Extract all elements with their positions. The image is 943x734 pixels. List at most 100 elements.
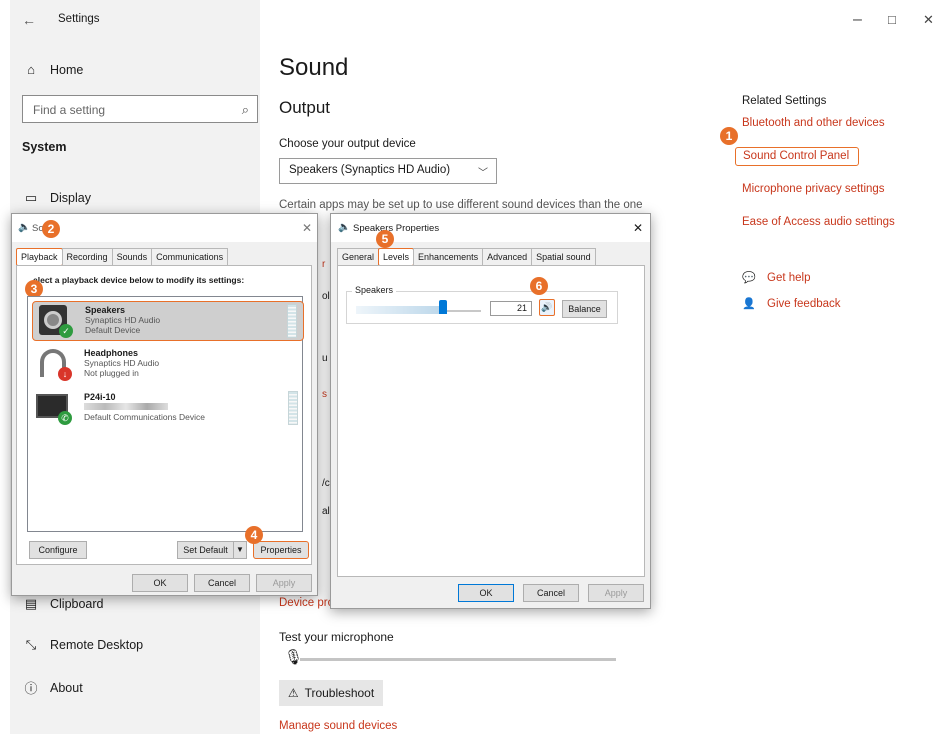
sidebar-item-display[interactable]: ▭ Display bbox=[22, 190, 91, 206]
properties-button[interactable]: Properties bbox=[253, 541, 309, 559]
level-meter bbox=[287, 304, 297, 338]
get-help-icon: 💬 bbox=[742, 272, 756, 284]
volume-slider-thumb[interactable] bbox=[439, 300, 447, 314]
device-name: Speakers bbox=[85, 305, 126, 315]
peek-text: s bbox=[322, 389, 327, 400]
levels-panel: Speakers 21 🔊 6 Balance bbox=[337, 265, 645, 577]
close-icon[interactable]: ✕ bbox=[302, 221, 312, 235]
tab-advanced[interactable]: Advanced bbox=[482, 248, 533, 266]
feedback-icon: 👤 bbox=[742, 298, 756, 310]
output-heading: Output bbox=[279, 98, 331, 117]
step-badge-4: 4 bbox=[245, 526, 263, 544]
search-icon: ⌕ bbox=[241, 102, 249, 117]
troubleshoot-button[interactable]: ⚠ Troubleshoot bbox=[279, 680, 383, 706]
sidebar-item-label: Remote Desktop bbox=[50, 638, 144, 652]
unplugged-icon: ↓ bbox=[58, 367, 72, 381]
volume-slider-fill bbox=[356, 306, 443, 314]
speaker-mute-icon[interactable]: 🔊 bbox=[539, 299, 555, 316]
clipboard-icon: ▤ bbox=[24, 596, 38, 611]
list-item[interactable]: ↓ Headphones Synaptics HD Audio Not plug… bbox=[32, 345, 304, 385]
sidebar-item-about[interactable]: ⓘ About bbox=[22, 678, 83, 697]
step-badge-2: 2 bbox=[42, 220, 60, 238]
list-item[interactable]: ✓ Speakers Synaptics HD Audio Default De… bbox=[32, 301, 304, 341]
ease-of-access-link[interactable]: Ease of Access audio settings bbox=[742, 216, 895, 228]
sidebar-item-label: About bbox=[50, 680, 83, 695]
speaker-volume-icon: 🔈 bbox=[18, 222, 31, 233]
display-icon: ▭ bbox=[24, 190, 38, 205]
sidebar-section-title: System bbox=[22, 140, 67, 154]
sidebar-item-label: Display bbox=[50, 191, 91, 205]
sidebar-item-label: Clipboard bbox=[50, 597, 104, 611]
set-default-button[interactable]: Set Default bbox=[177, 541, 233, 559]
sidebar-home-label: Home bbox=[50, 62, 84, 77]
search-placeholder: Find a setting bbox=[33, 103, 106, 117]
window-title: Settings bbox=[58, 13, 100, 25]
apply-button[interactable]: Apply bbox=[256, 574, 312, 592]
warning-icon: ⚠ bbox=[287, 686, 299, 700]
chevron-down-icon: ﹀ bbox=[478, 168, 488, 179]
troubleshoot-label: Troubleshoot bbox=[304, 686, 375, 700]
tab-general[interactable]: General bbox=[337, 248, 380, 266]
playback-instruction: elect a playback device below to modify … bbox=[33, 275, 245, 285]
sound-dialog: 🔈 So 2 ✕ Playback Recording Sounds Commu… bbox=[11, 213, 318, 596]
cancel-button[interactable]: Cancel bbox=[523, 584, 579, 602]
back-arrow-icon[interactable]: ← bbox=[22, 12, 36, 28]
configure-button[interactable]: Configure bbox=[29, 541, 87, 559]
blurred-text bbox=[84, 403, 168, 410]
peek-text: u bbox=[322, 353, 328, 364]
tab-enhancements[interactable]: Enhancements bbox=[413, 248, 484, 266]
balance-button[interactable]: Balance bbox=[562, 300, 607, 318]
get-help-link[interactable]: Get help bbox=[767, 272, 810, 284]
phone-icon: ✆ bbox=[58, 411, 72, 425]
list-item[interactable]: ✆ P24i-10 Default Communications Device bbox=[32, 389, 304, 429]
sidebar-item-clipboard[interactable]: ▤ Clipboard bbox=[22, 596, 104, 612]
microphone-icon: 🎙 bbox=[284, 649, 304, 666]
device-status: Default Device bbox=[85, 325, 141, 335]
device-driver: Synaptics HD Audio bbox=[85, 315, 161, 325]
volume-value-input[interactable]: 21 bbox=[490, 301, 532, 316]
set-default-dropdown[interactable]: ▼ bbox=[233, 541, 247, 559]
tab-communications[interactable]: Communications bbox=[151, 248, 229, 266]
device-name: P24i-10 bbox=[84, 392, 116, 402]
mic-level-bar bbox=[300, 658, 616, 661]
search-input[interactable]: Find a setting ⌕ bbox=[22, 95, 258, 123]
device-list: ✓ Speakers Synaptics HD Audio Default De… bbox=[27, 296, 304, 532]
peek-text: r bbox=[322, 259, 326, 270]
sound-control-panel-link[interactable]: Sound Control Panel bbox=[735, 147, 859, 166]
minimize-button[interactable]: – bbox=[853, 12, 862, 28]
volume-slider[interactable] bbox=[356, 300, 481, 314]
mic-privacy-link[interactable]: Microphone privacy settings bbox=[742, 183, 885, 195]
apply-button[interactable]: Apply bbox=[588, 584, 644, 602]
playback-panel: elect a playback device below to modify … bbox=[16, 265, 312, 565]
device-status: Default Communications Device bbox=[84, 412, 205, 422]
tab-levels[interactable]: Levels bbox=[378, 248, 415, 266]
output-device-select[interactable]: Speakers (Synaptics HD Audio) ﹀ bbox=[279, 158, 497, 184]
tab-spatial-sound[interactable]: Spatial sound bbox=[531, 248, 596, 266]
bluetooth-link[interactable]: Bluetooth and other devices bbox=[742, 117, 885, 129]
ok-button[interactable]: OK bbox=[458, 584, 514, 602]
tab-playback[interactable]: Playback bbox=[16, 248, 63, 266]
close-button[interactable]: ✕ bbox=[923, 12, 934, 28]
tab-recording[interactable]: Recording bbox=[61, 248, 113, 266]
peek-text: al bbox=[322, 506, 330, 517]
device-driver: Synaptics HD Audio bbox=[84, 358, 160, 368]
ok-button[interactable]: OK bbox=[132, 574, 188, 592]
cancel-button[interactable]: Cancel bbox=[194, 574, 250, 592]
sidebar-item-remote-desktop[interactable]: ⤡ Remote Desktop bbox=[22, 637, 143, 653]
maximize-button[interactable]: □ bbox=[888, 12, 896, 28]
output-device-value: Speakers (Synaptics HD Audio) bbox=[289, 164, 451, 176]
sidebar-item-home[interactable]: ⌂ Home bbox=[22, 62, 83, 77]
manage-devices-link[interactable]: Manage sound devices bbox=[279, 720, 397, 732]
device-properties-link[interactable]: Device pro bbox=[279, 597, 334, 609]
level-meter bbox=[288, 391, 298, 425]
tab-sounds[interactable]: Sounds bbox=[111, 248, 153, 266]
home-icon: ⌂ bbox=[27, 62, 35, 77]
props-dialog-title: Speakers Properties bbox=[353, 223, 440, 234]
step-badge-6: 6 bbox=[530, 277, 548, 295]
close-icon[interactable]: ✕ bbox=[633, 221, 643, 235]
related-heading: Related Settings bbox=[742, 95, 827, 107]
device-name: Headphones bbox=[84, 348, 139, 358]
give-feedback-link[interactable]: Give feedback bbox=[767, 298, 841, 310]
about-icon: ⓘ bbox=[24, 681, 38, 696]
checkmark-icon: ✓ bbox=[59, 324, 73, 338]
